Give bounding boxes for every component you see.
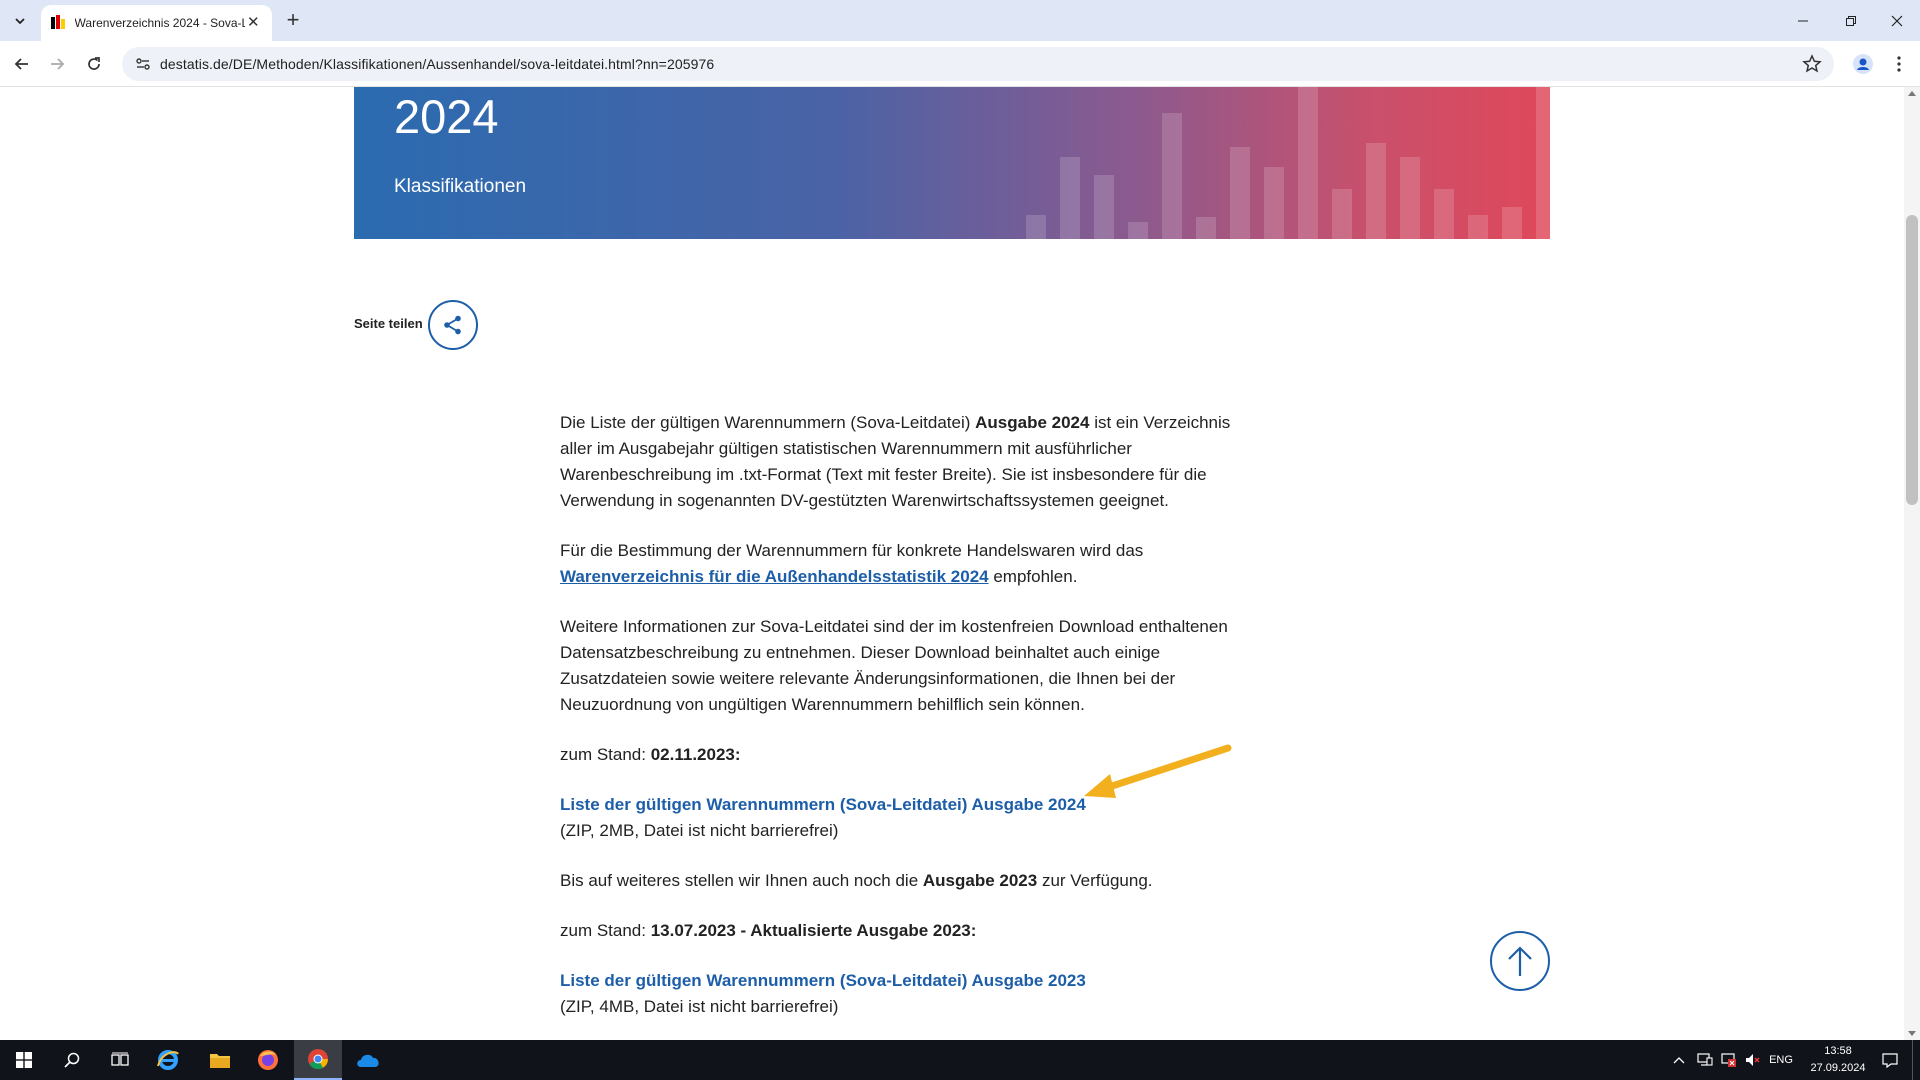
intro-paragraph: Die Liste der gültigen Warennummern (Sov… [560,413,1231,510]
profile-button[interactable] [1848,49,1878,79]
scroll-down-icon[interactable] [1908,1031,1916,1036]
new-tab-button[interactable]: + [281,9,305,33]
url-text[interactable]: destatis.de/DE/Methoden/Klassifikationen… [160,56,714,72]
taskbar-ie[interactable] [144,1040,192,1080]
search-button[interactable] [48,1040,96,1080]
download-link-2023[interactable]: Liste der gültigen Warennummern (Sova-Le… [560,971,1086,990]
download-meta-2023: (ZIP, 4MB, Datei ist nicht barrierefrei) [560,997,839,1016]
page-scrollbar[interactable] [1904,87,1920,1040]
page-viewport: 2024 Klassifikationen Seite teilen Die L… [0,87,1904,1040]
language-indicator[interactable]: ENG [1766,1040,1796,1080]
search-icon [64,1052,80,1068]
show-desktop-button[interactable] [1912,1040,1920,1080]
back-button[interactable] [7,49,37,79]
back-to-top-button[interactable] [1490,931,1550,991]
forward-button[interactable] [42,49,72,79]
taskbar-chrome[interactable] [294,1040,342,1080]
arrow-left-icon [14,58,28,70]
windows-logo-icon [16,1052,32,1068]
tray-overflow-button[interactable] [1668,1040,1690,1080]
tray-network-button[interactable] [1694,1040,1716,1080]
firefox-icon [258,1050,278,1070]
folder-icon [210,1054,230,1068]
destatis-favicon-icon [51,15,67,31]
clock-time: 13:58 [1824,1045,1852,1057]
recommendation-paragraph: Für die Bestimmung der Warennummern für … [560,541,1144,586]
system-clock[interactable]: 13:58 27.09.2024 [1798,1043,1878,1077]
browser-toolbar: destatis.de/DE/Methoden/Klassifikationen… [0,41,1920,87]
warenverzeichnis-link[interactable]: Warenverzeichnis für die Außenhandelssta… [560,567,989,586]
taskbar: ENG 13:58 27.09.2024 [0,1040,1920,1080]
arrow-up-icon [1508,946,1532,976]
restore-icon [1846,16,1856,26]
stand-2023: zum Stand: 13.07.2023 - Aktualisierte Au… [560,921,977,940]
share-icon [444,315,461,335]
volume-muted-icon [1746,1054,1760,1066]
scroll-up-icon[interactable] [1908,91,1916,96]
chevron-down-icon [15,18,25,25]
notification-icon [1882,1053,1898,1068]
tray-security-button[interactable] [1718,1040,1740,1080]
tab-title: Warenverzeichnis 2024 - Sova-Leitdatei [74,16,245,30]
taskbar-firefox[interactable] [244,1040,292,1080]
scroll-thumb[interactable] [1906,215,1918,505]
task-view-button[interactable] [96,1040,144,1080]
security-warning-icon [1721,1053,1736,1067]
close-icon [1891,15,1903,27]
info-paragraph: Weitere Informationen zur Sova-Leitdatei… [560,617,1228,714]
restore-button[interactable] [1828,8,1874,34]
more-vertical-icon [1897,56,1901,72]
share-label: Seite teilen [354,316,423,331]
tab-bar: Warenverzeichnis 2024 - Sova-Leitdatei ✕… [0,0,1920,41]
tray-volume-button[interactable] [1742,1040,1764,1080]
address-bar[interactable]: destatis.de/DE/Methoden/Klassifikationen… [122,47,1834,81]
previous-edition-paragraph: Bis auf weiteres stellen wir Ihnen auch … [560,871,1153,890]
start-button[interactable] [0,1040,48,1080]
profile-avatar-icon [1853,54,1873,74]
bookmark-star-icon[interactable] [1802,54,1822,74]
taskbar-onedrive[interactable] [344,1040,392,1080]
site-info-icon[interactable] [126,47,160,81]
taskbar-file-explorer[interactable] [196,1040,244,1080]
network-icon [1697,1053,1713,1066]
minimize-button[interactable] [1780,8,1826,34]
chevron-up-icon [1673,1057,1685,1064]
hero-bar-decoration [1026,87,1550,239]
share-button[interactable] [428,300,478,350]
tab-close-icon[interactable]: ✕ [245,14,262,32]
minimize-icon [1798,20,1808,22]
hero-title: 2024 [394,90,499,143]
main-content: Die Liste der gültigen Warennummern (Sov… [560,410,1250,1020]
notifications-button[interactable] [1874,1040,1906,1080]
reload-button[interactable] [79,49,109,79]
hero-banner: 2024 Klassifikationen [354,87,1550,239]
onedrive-cloud-icon [357,1054,379,1067]
close-window-button[interactable] [1874,8,1920,34]
reload-icon [88,57,100,70]
hero-subtitle: Klassifikationen [394,176,527,197]
task-view-icon [111,1052,129,1066]
clock-date: 27.09.2024 [1810,1062,1866,1074]
tab-search-button[interactable] [6,8,34,34]
arrow-right-icon [51,58,65,70]
internet-explorer-icon [157,1050,179,1070]
chrome-icon [308,1049,329,1070]
download-meta-2024: (ZIP, 2MB, Datei ist nicht barrierefrei) [560,821,839,840]
download-link-2024[interactable]: Liste der gültigen Warennummern (Sova-Le… [560,795,1086,814]
download-2023: Liste der gültigen Warennummern (Sova-Le… [560,968,1250,1020]
browser-menu-button[interactable] [1884,49,1914,79]
browser-tab-active[interactable]: Warenverzeichnis 2024 - Sova-Leitdatei ✕ [41,5,272,41]
annotation-arrow-icon [1084,744,1232,798]
